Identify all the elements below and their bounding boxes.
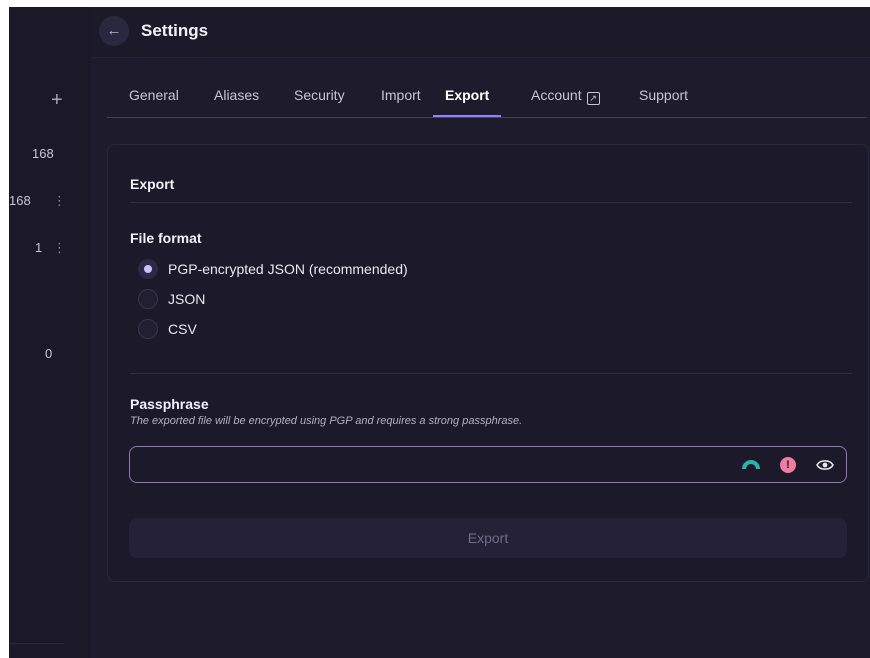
tab-security[interactable]: Security xyxy=(282,87,357,117)
divider xyxy=(130,373,852,374)
tab-aliases[interactable]: Aliases xyxy=(202,87,271,117)
page-title: Settings xyxy=(141,21,209,40)
format-option-json[interactable]: JSON xyxy=(138,288,205,310)
vault-count: 168 xyxy=(9,193,31,208)
vault-count: 0 xyxy=(45,346,53,361)
format-option-label: CSV xyxy=(168,321,197,337)
file-format-heading: File format xyxy=(130,230,202,246)
show-password-eye-icon[interactable] xyxy=(816,458,834,472)
settings-tabs: General Aliases Security Import Export A… xyxy=(107,69,867,118)
vault-count: 168 xyxy=(32,146,54,161)
passphrase-heading: Passphrase xyxy=(130,396,209,412)
add-vault-icon[interactable]: + xyxy=(51,90,63,110)
password-strength-icon xyxy=(742,460,760,469)
tab-import[interactable]: Import xyxy=(369,87,433,117)
radio-button[interactable] xyxy=(138,289,158,309)
more-options-icon[interactable]: ⋮ xyxy=(53,240,66,256)
format-option-csv[interactable]: CSV xyxy=(138,318,197,340)
format-option-label: PGP-encrypted JSON (recommended) xyxy=(168,261,408,277)
more-options-icon[interactable]: ⋮ xyxy=(53,193,66,209)
app-window: + 168 168 ⋮ 1 ⋮ 0 ← Settings General Ali… xyxy=(9,7,870,658)
tab-export[interactable]: Export xyxy=(433,87,502,117)
tab-account-label: Account xyxy=(531,87,582,103)
export-button[interactable]: Export xyxy=(129,518,847,558)
warning-icon: ! xyxy=(780,457,796,473)
tab-support[interactable]: Support xyxy=(627,87,700,117)
format-option-label: JSON xyxy=(168,291,206,307)
divider xyxy=(130,202,852,203)
settings-panel: ← Settings General Aliases Security Impo… xyxy=(91,7,870,658)
tab-general[interactable]: General xyxy=(117,87,191,117)
vault-count: 1 xyxy=(35,240,43,255)
passphrase-description: The exported file will be encrypted usin… xyxy=(130,415,523,427)
tab-account[interactable]: Account ↗ xyxy=(519,87,612,117)
back-arrow-icon[interactable]: ← xyxy=(99,16,129,46)
passphrase-input[interactable] xyxy=(140,453,734,479)
vault-rail: + 168 168 ⋮ 1 ⋮ 0 xyxy=(9,7,91,658)
external-link-icon: ↗ xyxy=(586,92,600,105)
export-card: Export File format PGP-encrypted JSON (r… xyxy=(107,144,869,582)
settings-header: ← Settings xyxy=(91,7,870,58)
radio-button[interactable] xyxy=(138,319,158,339)
format-option-pgp-json[interactable]: PGP-encrypted JSON (recommended) xyxy=(138,258,408,280)
divider xyxy=(9,643,64,644)
radio-button-selected[interactable] xyxy=(138,259,158,279)
section-heading-export: Export xyxy=(130,176,175,192)
passphrase-field[interactable]: ! xyxy=(129,446,847,483)
